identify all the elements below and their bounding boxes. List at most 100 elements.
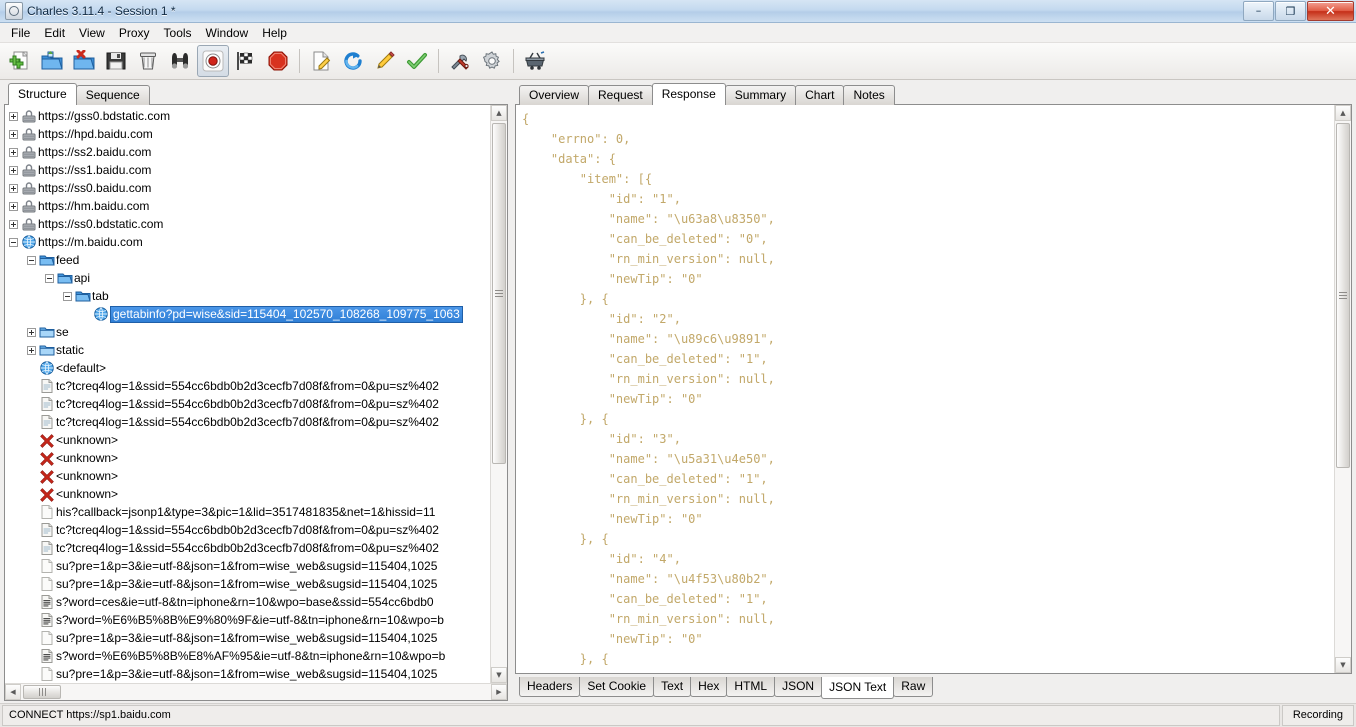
close-button[interactable]: ✕	[1307, 1, 1354, 21]
response-scroll-thumb[interactable]	[1336, 123, 1350, 469]
tree-row[interactable]: <unknown>	[7, 467, 490, 485]
body-tab-headers[interactable]: Headers	[519, 677, 581, 697]
tree-row[interactable]: https://gss0.bdstatic.com	[7, 107, 490, 125]
tab-sequence[interactable]: Sequence	[75, 85, 150, 105]
response-scroll-track[interactable]	[1335, 121, 1351, 657]
menu-window[interactable]: Window	[199, 24, 256, 42]
tree-row[interactable]: https://ss2.baidu.com	[7, 143, 490, 161]
body-tab-html[interactable]: HTML	[726, 677, 776, 697]
tree-scroll-track[interactable]	[491, 121, 507, 667]
toolbar-close-folder-button[interactable]	[69, 46, 99, 76]
toolbar-new-session-button[interactable]	[5, 46, 35, 76]
response-scroll-up-arrow[interactable]: ▲	[1335, 105, 1351, 121]
menu-proxy[interactable]: Proxy	[112, 24, 157, 42]
tree-row[interactable]: <unknown>	[7, 431, 490, 449]
tree-row[interactable]: s?word=%E6%B5%8B%E8%AF%95&ie=utf-8&tn=ip…	[7, 647, 490, 665]
body-tab-json-text[interactable]: JSON Text	[821, 677, 895, 699]
tree-row[interactable]: s?word=%E6%B5%8B%E9%80%9F&ie=utf-8&tn=ip…	[7, 611, 490, 629]
tree-vertical-scrollbar[interactable]: ▲ ▼	[490, 105, 507, 683]
tree-expander-minus-icon[interactable]	[25, 251, 38, 269]
tree-row[interactable]: se	[7, 323, 490, 341]
toolbar-checkered-flag-button[interactable]	[231, 46, 261, 76]
toolbar-trash-button[interactable]	[133, 46, 163, 76]
tree-row[interactable]: tc?tcreq4log=1&ssid=554cc6bdb0b2d3cecfb7…	[7, 395, 490, 413]
tree-expander-minus-icon[interactable]	[43, 269, 56, 287]
toolbar-tools-wrench-button[interactable]	[445, 46, 475, 76]
tree-row[interactable]: tc?tcreq4log=1&ssid=554cc6bdb0b2d3cecfb7…	[7, 377, 490, 395]
body-tab-raw[interactable]: Raw	[893, 677, 934, 697]
restore-button[interactable]: ❐	[1275, 1, 1306, 21]
json-text-viewer[interactable]: { "errno": 0, "data": { "item": [{ "id":…	[516, 105, 1334, 673]
tree-row[interactable]: feed	[7, 251, 490, 269]
scroll-up-arrow[interactable]: ▲	[491, 105, 507, 121]
tab-summary[interactable]: Summary	[724, 85, 797, 105]
menu-help[interactable]: Help	[255, 24, 294, 42]
tree-row[interactable]: su?pre=1&p=3&ie=utf-8&json=1&from=wise_w…	[7, 629, 490, 647]
tree-expander-plus-icon[interactable]	[7, 107, 20, 125]
toolbar-validate-check-button[interactable]	[402, 46, 432, 76]
body-tab-json[interactable]: JSON	[774, 677, 823, 697]
tree-row[interactable]: his?callback=jsonp1&type=3&pic=1&lid=351…	[7, 503, 490, 521]
tree-expander-plus-icon[interactable]	[25, 323, 38, 341]
tab-chart[interactable]: Chart	[795, 85, 845, 105]
tab-notes[interactable]: Notes	[843, 85, 895, 105]
tree-expander-plus-icon[interactable]	[7, 179, 20, 197]
tree-hscroll-thumb[interactable]	[23, 685, 61, 699]
response-scroll-down-arrow[interactable]: ▼	[1335, 657, 1351, 673]
menu-view[interactable]: View	[72, 24, 112, 42]
response-vertical-scrollbar[interactable]: ▲ ▼	[1334, 105, 1351, 673]
tree-hscroll-track[interactable]	[21, 684, 491, 700]
scroll-down-arrow[interactable]: ▼	[491, 667, 507, 683]
toolbar-pencil-edit-button[interactable]	[370, 46, 400, 76]
body-tab-text[interactable]: Text	[653, 677, 692, 697]
body-tab-hex[interactable]: Hex	[690, 677, 728, 697]
tree-row-selected[interactable]: gettabinfo?pd=wise&sid=115404_102570_108…	[7, 305, 490, 323]
tree-expander-plus-icon[interactable]	[7, 125, 20, 143]
tree-row[interactable]: su?pre=1&p=3&ie=utf-8&json=1&from=wise_w…	[7, 665, 490, 683]
tree-row[interactable]: https://hpd.baidu.com	[7, 125, 490, 143]
tree-row[interactable]: https://m.baidu.com	[7, 233, 490, 251]
tree-row[interactable]: tc?tcreq4log=1&ssid=554cc6bdb0b2d3cecfb7…	[7, 521, 490, 539]
tree-expander-plus-icon[interactable]	[7, 215, 20, 233]
toolbar-basket-button[interactable]	[520, 46, 550, 76]
tree-expander-minus-icon[interactable]	[7, 233, 20, 251]
tree-expander-minus-icon[interactable]	[61, 287, 74, 305]
tree-row[interactable]: api	[7, 269, 490, 287]
tab-overview[interactable]: Overview	[519, 85, 590, 105]
menu-tools[interactable]: Tools	[157, 24, 199, 42]
scroll-left-arrow[interactable]: ◀	[5, 684, 21, 700]
toolbar-binoculars-button[interactable]	[165, 46, 195, 76]
tree-expander-plus-icon[interactable]	[7, 161, 20, 179]
tree-expander-plus-icon[interactable]	[7, 197, 20, 215]
menu-edit[interactable]: Edit	[37, 24, 72, 42]
minimize-button[interactable]: –	[1243, 1, 1274, 21]
toolbar-repeat-refresh-button[interactable]	[338, 46, 368, 76]
toolbar-gear-settings-button[interactable]	[477, 46, 507, 76]
tree-row[interactable]: s?word=ces&ie=utf-8&tn=iphone&rn=10&wpo=…	[7, 593, 490, 611]
tree-row[interactable]: https://ss0.bdstatic.com	[7, 215, 490, 233]
tree-row[interactable]: tc?tcreq4log=1&ssid=554cc6bdb0b2d3cecfb7…	[7, 539, 490, 557]
tab-request[interactable]: Request	[588, 85, 653, 105]
toolbar-save-floppy-button[interactable]	[101, 46, 131, 76]
menu-file[interactable]: File	[4, 24, 37, 42]
toolbar-record-button[interactable]	[197, 45, 229, 77]
session-tree[interactable]: https://gss0.bdstatic.com https://hpd.bai…	[5, 105, 490, 683]
tree-row[interactable]: https://ss1.baidu.com	[7, 161, 490, 179]
tree-expander-plus-icon[interactable]	[7, 143, 20, 161]
tree-row[interactable]: static	[7, 341, 490, 359]
toolbar-compose-note-button[interactable]	[306, 46, 336, 76]
scroll-right-arrow[interactable]: ▶	[491, 684, 507, 700]
tree-horizontal-scrollbar[interactable]: ◀ ▶	[5, 683, 507, 700]
tree-row[interactable]: <default>	[7, 359, 490, 377]
tab-response[interactable]: Response	[651, 83, 726, 105]
tree-expander-plus-icon[interactable]	[25, 341, 38, 359]
tree-row[interactable]: su?pre=1&p=3&ie=utf-8&json=1&from=wise_w…	[7, 557, 490, 575]
tree-row[interactable]: https://ss0.baidu.com	[7, 179, 490, 197]
tree-row[interactable]: su?pre=1&p=3&ie=utf-8&json=1&from=wise_w…	[7, 575, 490, 593]
tree-row[interactable]: tab	[7, 287, 490, 305]
tree-row[interactable]: <unknown>	[7, 449, 490, 467]
tree-row[interactable]: <unknown>	[7, 485, 490, 503]
tree-row[interactable]: https://hm.baidu.com	[7, 197, 490, 215]
tab-structure[interactable]: Structure	[8, 83, 77, 105]
toolbar-stop-octagon-button[interactable]	[263, 46, 293, 76]
